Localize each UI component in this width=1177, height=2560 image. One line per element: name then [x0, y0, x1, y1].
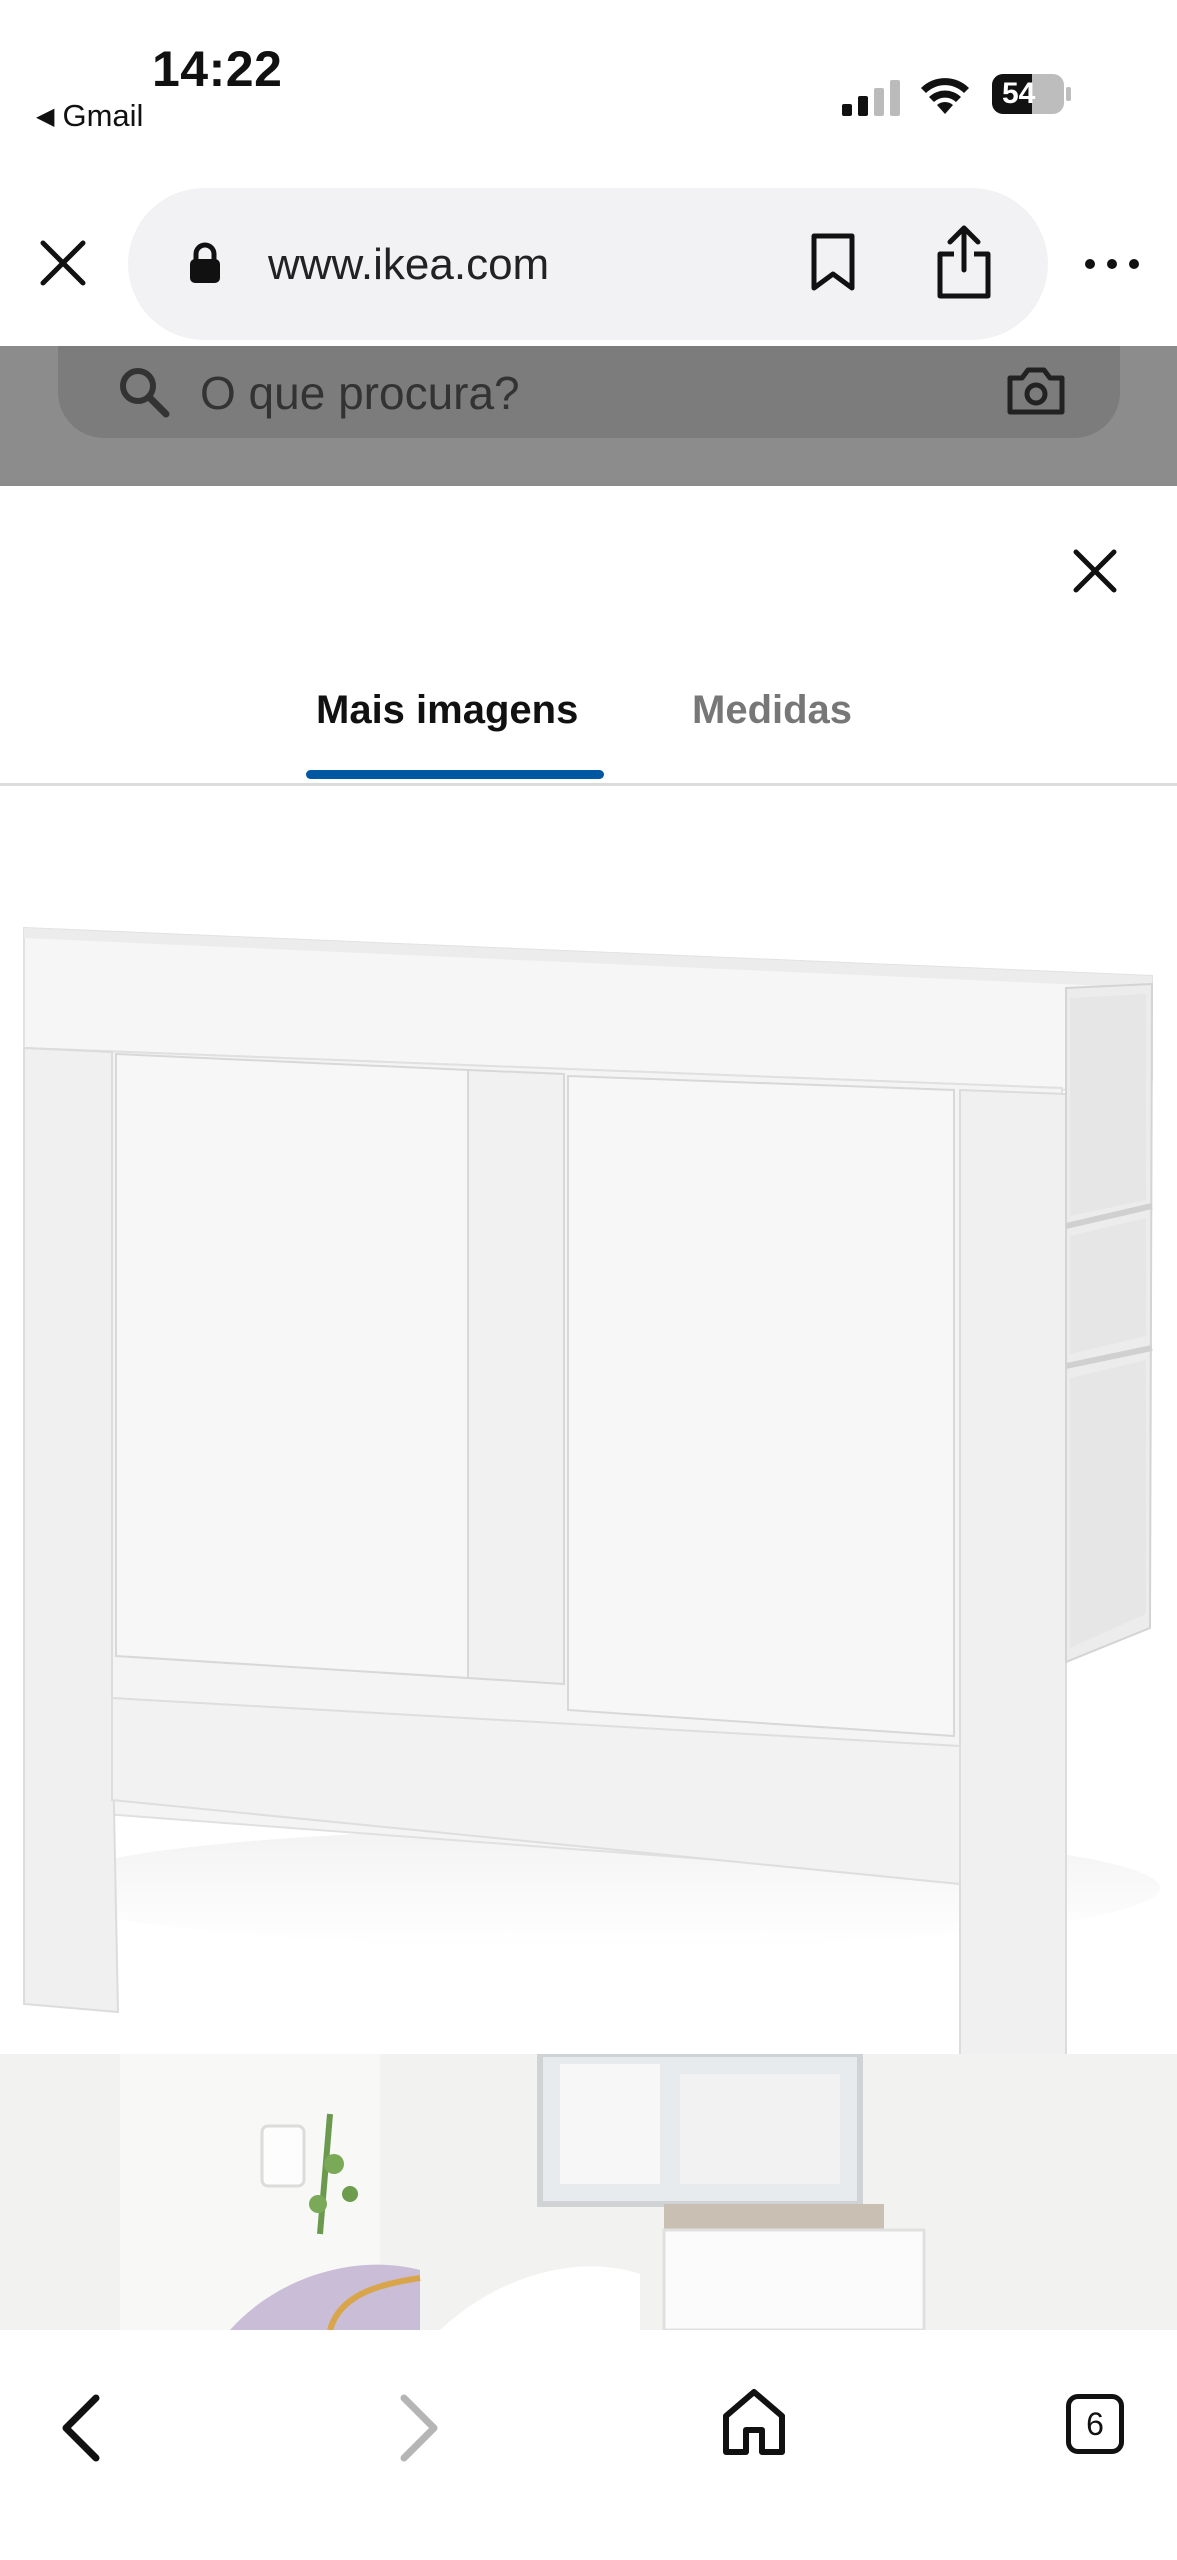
camera-icon[interactable] — [1006, 364, 1066, 416]
more-icon[interactable] — [1082, 254, 1142, 274]
close-browser-button[interactable] — [36, 236, 90, 290]
back-to-app-link[interactable]: ◀ Gmail — [36, 98, 143, 134]
tab-measurements[interactable]: Medidas — [692, 688, 852, 733]
lock-icon — [190, 242, 220, 283]
url-text: www.ikea.com — [268, 240, 550, 289]
status-bar: 14:22 ◀ Gmail 54 — [0, 0, 1177, 160]
page-backdrop: O que procura? — [0, 346, 1177, 486]
share-icon[interactable] — [934, 224, 994, 300]
bookmark-icon[interactable] — [808, 232, 858, 292]
room-scene-image[interactable] — [0, 2054, 1177, 2330]
tab-count: 6 — [1086, 2405, 1104, 2442]
forward-arrow-icon[interactable] — [394, 2390, 444, 2466]
browser-bottom-toolbar: 6 — [0, 2330, 1177, 2560]
product-image-headboard[interactable] — [0, 788, 1177, 2330]
close-icon — [40, 240, 86, 286]
tabs-icon[interactable]: 6 — [1066, 2394, 1124, 2454]
back-app-label: Gmail — [62, 98, 144, 133]
status-time: 14:22 — [152, 41, 283, 97]
search-placeholder: O que procura? — [200, 367, 520, 419]
battery-icon: 54 — [992, 74, 1072, 114]
battery-level: 54 — [1002, 77, 1036, 110]
search-icon — [120, 368, 170, 418]
tab-more-images[interactable]: Mais imagens — [316, 688, 578, 733]
gallery-tabs: Mais imagens Medidas — [0, 666, 1177, 786]
address-bar[interactable]: www.ikea.com — [128, 188, 1048, 340]
home-icon[interactable] — [720, 2386, 788, 2458]
image-gallery-sheet: Mais imagens Medidas — [0, 486, 1177, 2330]
search-input[interactable]: O que procura? — [58, 346, 1120, 438]
back-arrow-icon[interactable] — [56, 2390, 106, 2466]
browser-toolbar: www.ikea.com — [0, 160, 1177, 346]
active-tab-indicator — [306, 770, 604, 779]
cellular-signal-icon — [842, 80, 900, 116]
close-sheet-icon[interactable] — [1068, 544, 1122, 598]
back-triangle-icon: ◀ — [36, 102, 55, 130]
wifi-icon — [921, 78, 969, 114]
